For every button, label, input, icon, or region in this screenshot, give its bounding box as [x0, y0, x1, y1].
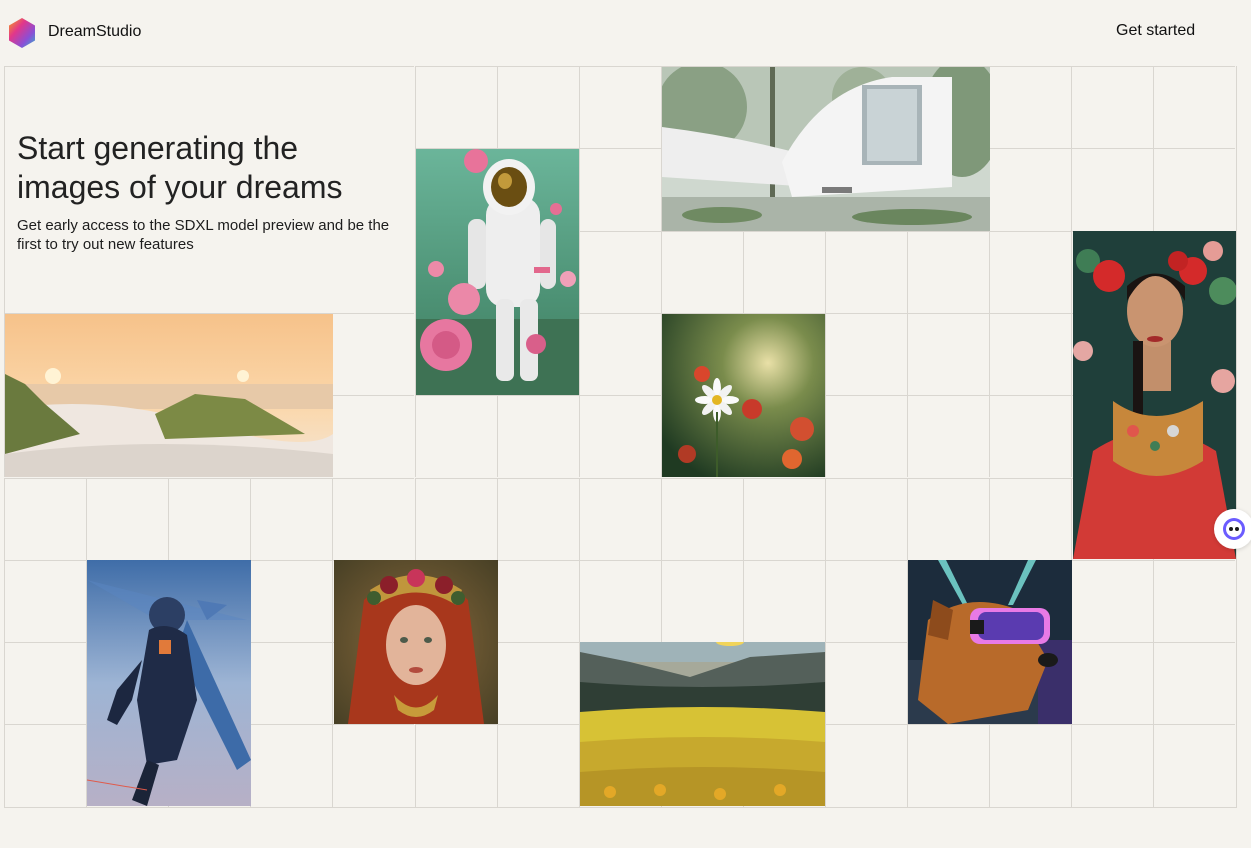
grid-cell [496, 642, 579, 725]
daisy-flower-image[interactable] [662, 314, 825, 477]
red-hair-woman-image[interactable] [334, 560, 498, 724]
grid-cell [578, 148, 661, 231]
grid-cell [825, 477, 908, 560]
grid-cell [4, 559, 87, 643]
grid-cell [332, 477, 415, 560]
grid-cell [1153, 66, 1236, 149]
grid-cell [989, 395, 1072, 478]
grid-cell [250, 477, 333, 560]
get-started-button[interactable]: Get started [1112, 22, 1199, 40]
grid-cell [4, 724, 87, 807]
beach-dunes-image[interactable] [5, 314, 333, 477]
grid-cell [1153, 559, 1236, 643]
grid-cell [1071, 148, 1154, 231]
grid-cell [989, 148, 1072, 231]
grid-cell [989, 312, 1072, 396]
chat-bubble-icon [1223, 518, 1245, 540]
grid-cell [1153, 148, 1236, 231]
grid-cell [1071, 724, 1154, 807]
grid-cell [1153, 724, 1236, 807]
grid-cell [496, 477, 579, 560]
grid-cell [907, 230, 990, 313]
grid-cell [907, 477, 990, 560]
grid-cell [989, 724, 1072, 807]
grid-cell [825, 312, 908, 396]
grid-cell [1071, 559, 1154, 643]
grid-cell [496, 395, 579, 478]
grid-cell [4, 642, 87, 725]
hero-section: Start generating the images of your drea… [5, 67, 415, 313]
grid-cell [578, 312, 661, 396]
frida-portrait-image[interactable] [1073, 231, 1236, 559]
grid-cell [496, 724, 579, 807]
grid-cell [989, 230, 1072, 313]
modern-house-image[interactable] [662, 67, 990, 231]
grid-cell [825, 724, 908, 807]
flower-valley-image[interactable] [580, 642, 825, 806]
grid-cell [907, 724, 990, 807]
brand-name[interactable]: DreamStudio [48, 23, 141, 41]
grid-cell [332, 724, 415, 807]
hero-headline: Start generating the images of your drea… [17, 130, 343, 205]
grid-cell [414, 477, 497, 560]
grid-cell [496, 559, 579, 643]
astronaut-roses-image[interactable] [416, 149, 579, 395]
grid-cell [250, 642, 333, 725]
grid-cell [4, 477, 87, 560]
hero-subtext: Get early access to the SDXL model previ… [17, 217, 390, 253]
grid-cell [250, 559, 333, 643]
grid-cell [414, 724, 497, 807]
dreamstudio-logo-icon[interactable] [6, 17, 38, 49]
grid-cell [414, 395, 497, 478]
grid-cell [660, 477, 743, 560]
chat-support-button[interactable] [1214, 509, 1251, 549]
grid-cell [168, 477, 251, 560]
grid-cell [332, 312, 415, 396]
grid-cell [578, 559, 661, 643]
grid-cell [907, 395, 990, 478]
grid-cell [989, 66, 1072, 149]
space-warrior-image[interactable] [87, 560, 251, 806]
grid-cell [578, 477, 661, 560]
grid-cell [1153, 642, 1236, 725]
grid-cell [742, 230, 825, 313]
grid-cell [496, 66, 579, 149]
grid-cell [86, 477, 169, 560]
grid-cell [742, 559, 825, 643]
grid-cell [1071, 66, 1154, 149]
grid-cell [742, 477, 825, 560]
grid-cell [414, 66, 497, 149]
grid-cell [250, 724, 333, 807]
grid-cell [989, 477, 1072, 560]
grid-cell [578, 395, 661, 478]
grid-cell [660, 230, 743, 313]
grid-cell [578, 66, 661, 149]
grid-cell [907, 312, 990, 396]
grid-cell [825, 559, 908, 643]
grid-cell [1071, 642, 1154, 725]
grid-cell [578, 230, 661, 313]
vr-dog-image[interactable] [908, 560, 1072, 724]
grid-cell [660, 559, 743, 643]
top-navigation: DreamStudio Get started [0, 0, 1251, 66]
grid-cell [332, 395, 415, 478]
grid-cell [825, 642, 908, 725]
grid-cell [825, 395, 908, 478]
grid-cell [825, 230, 908, 313]
